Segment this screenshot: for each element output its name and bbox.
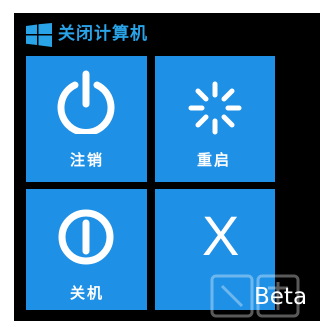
- logoff-label: 注销: [70, 151, 105, 169]
- shutdown-window: 关闭计算机 注销 重启 关机 X Beta: [14, 13, 320, 321]
- shutdown-label: 关机: [70, 284, 105, 302]
- window-title: 关闭计算机: [58, 24, 148, 44]
- shutdown-icon: [58, 209, 114, 265]
- power-icon: [57, 70, 115, 134]
- logoff-tile[interactable]: 注销: [26, 56, 147, 182]
- windows-logo-icon: [26, 23, 52, 47]
- restart-spinner-icon: [188, 81, 242, 135]
- title-bar: 关闭计算机: [14, 13, 320, 53]
- close-x-icon: X: [202, 204, 240, 267]
- shutdown-tile[interactable]: 关机: [26, 189, 147, 310]
- restart-label: 重启: [197, 151, 232, 169]
- beta-badge: Beta: [254, 284, 308, 310]
- restart-tile[interactable]: 重启: [155, 56, 275, 182]
